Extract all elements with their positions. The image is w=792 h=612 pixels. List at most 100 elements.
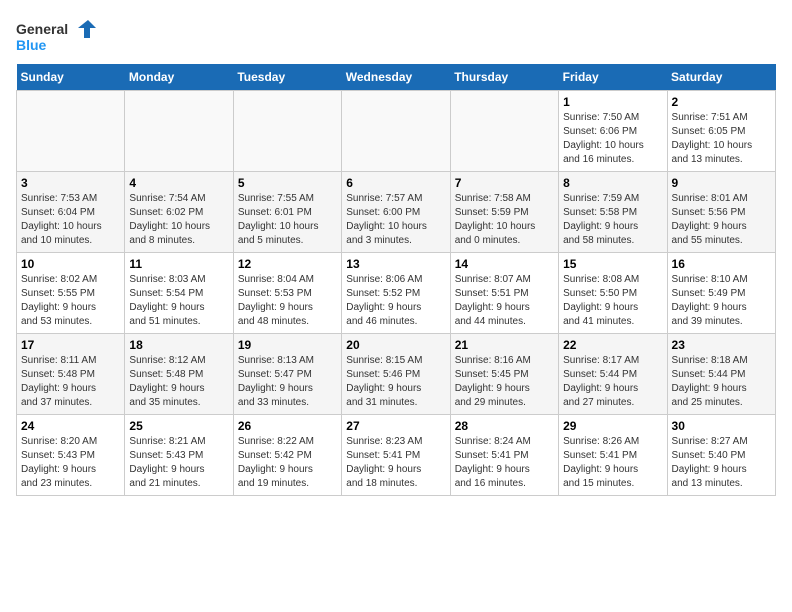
- day-number: 18: [129, 338, 228, 352]
- calendar-cell: [17, 91, 125, 172]
- weekday-header-saturday: Saturday: [667, 64, 775, 91]
- day-info: Sunrise: 7:54 AM Sunset: 6:02 PM Dayligh…: [129, 192, 228, 248]
- calendar-cell: 4 Sunrise: 7:54 AM Sunset: 6:02 PM Daylig…: [125, 172, 233, 253]
- weekday-header-wednesday: Wednesday: [342, 64, 450, 91]
- day-number: 12: [238, 257, 337, 271]
- calendar-week-2: 3Sunrise: 7:53 AM Sunset: 6:04 PM Daylig…: [17, 172, 776, 253]
- day-number: 5: [238, 176, 337, 190]
- day-number: 29: [563, 419, 662, 433]
- calendar-cell: 21 Sunrise: 8:16 AM Sunset: 5:45 PM Dayli…: [450, 334, 558, 415]
- header: General Blue: [16, 16, 776, 56]
- day-number: 23: [672, 338, 771, 352]
- day-number: 26: [238, 419, 337, 433]
- calendar-cell: 8 Sunrise: 7:59 AM Sunset: 5:58 PM Daylig…: [559, 172, 667, 253]
- weekday-header-sunday: Sunday: [17, 64, 125, 91]
- calendar-cell: 1Sunrise: 7:50 AM Sunset: 6:06 PM Daylig…: [559, 91, 667, 172]
- day-info: Sunrise: 8:03 AM Sunset: 5:54 PM Dayligh…: [129, 273, 228, 329]
- calendar-cell: 18 Sunrise: 8:12 AM Sunset: 5:48 PM Dayli…: [125, 334, 233, 415]
- weekday-header-friday: Friday: [559, 64, 667, 91]
- day-number: 27: [346, 419, 445, 433]
- day-number: 10: [21, 257, 120, 271]
- day-number: 24: [21, 419, 120, 433]
- svg-text:General: General: [16, 21, 68, 37]
- calendar-cell: 20 Sunrise: 8:15 AM Sunset: 5:46 PM Dayli…: [342, 334, 450, 415]
- weekday-header-monday: Monday: [125, 64, 233, 91]
- day-info: Sunrise: 7:59 AM Sunset: 5:58 PM Dayligh…: [563, 192, 662, 248]
- calendar-body: 1Sunrise: 7:50 AM Sunset: 6:06 PM Daylig…: [17, 91, 776, 496]
- calendar-week-4: 17 Sunrise: 8:11 AM Sunset: 5:48 PM Dayli…: [17, 334, 776, 415]
- day-info: Sunrise: 8:24 AM Sunset: 5:41 PM Dayligh…: [455, 435, 554, 491]
- calendar-cell: [342, 91, 450, 172]
- day-number: 2: [672, 95, 771, 109]
- day-info: Sunrise: 8:13 AM Sunset: 5:47 PM Dayligh…: [238, 354, 337, 410]
- day-number: 15: [563, 257, 662, 271]
- weekday-header-tuesday: Tuesday: [233, 64, 341, 91]
- day-number: 30: [672, 419, 771, 433]
- day-number: 3: [21, 176, 120, 190]
- day-info: Sunrise: 8:15 AM Sunset: 5:46 PM Dayligh…: [346, 354, 445, 410]
- day-number: 22: [563, 338, 662, 352]
- calendar-week-5: 24Sunrise: 8:20 AM Sunset: 5:43 PM Dayli…: [17, 415, 776, 496]
- calendar-cell: 13Sunrise: 8:06 AM Sunset: 5:52 PM Dayli…: [342, 253, 450, 334]
- calendar-cell: 16Sunrise: 8:10 AM Sunset: 5:49 PM Dayli…: [667, 253, 775, 334]
- day-number: 7: [455, 176, 554, 190]
- day-info: Sunrise: 7:57 AM Sunset: 6:00 PM Dayligh…: [346, 192, 445, 248]
- day-info: Sunrise: 8:08 AM Sunset: 5:50 PM Dayligh…: [563, 273, 662, 329]
- day-info: Sunrise: 7:50 AM Sunset: 6:06 PM Dayligh…: [563, 111, 662, 167]
- calendar-cell: [233, 91, 341, 172]
- day-number: 21: [455, 338, 554, 352]
- calendar-cell: 24Sunrise: 8:20 AM Sunset: 5:43 PM Dayli…: [17, 415, 125, 496]
- weekday-header-thursday: Thursday: [450, 64, 558, 91]
- calendar-week-1: 1Sunrise: 7:50 AM Sunset: 6:06 PM Daylig…: [17, 91, 776, 172]
- day-info: Sunrise: 7:55 AM Sunset: 6:01 PM Dayligh…: [238, 192, 337, 248]
- logo: General Blue: [16, 16, 100, 56]
- day-number: 25: [129, 419, 228, 433]
- svg-text:Blue: Blue: [16, 37, 47, 53]
- day-info: Sunrise: 7:51 AM Sunset: 6:05 PM Dayligh…: [672, 111, 771, 167]
- calendar-cell: 7 Sunrise: 7:58 AM Sunset: 5:59 PM Daylig…: [450, 172, 558, 253]
- calendar-cell: [125, 91, 233, 172]
- day-info: Sunrise: 8:21 AM Sunset: 5:43 PM Dayligh…: [129, 435, 228, 491]
- day-info: Sunrise: 8:06 AM Sunset: 5:52 PM Dayligh…: [346, 273, 445, 329]
- calendar-cell: 25 Sunrise: 8:21 AM Sunset: 5:43 PM Dayli…: [125, 415, 233, 496]
- day-info: Sunrise: 8:01 AM Sunset: 5:56 PM Dayligh…: [672, 192, 771, 248]
- day-info: Sunrise: 8:16 AM Sunset: 5:45 PM Dayligh…: [455, 354, 554, 410]
- calendar-cell: 10Sunrise: 8:02 AM Sunset: 5:55 PM Dayli…: [17, 253, 125, 334]
- calendar-cell: 26Sunrise: 8:22 AM Sunset: 5:42 PM Dayli…: [233, 415, 341, 496]
- calendar-cell: [450, 91, 558, 172]
- calendar-table: SundayMondayTuesdayWednesdayThursdayFrid…: [16, 64, 776, 496]
- day-number: 14: [455, 257, 554, 271]
- calendar-cell: 12 Sunrise: 8:04 AM Sunset: 5:53 PM Dayli…: [233, 253, 341, 334]
- day-info: Sunrise: 8:26 AM Sunset: 5:41 PM Dayligh…: [563, 435, 662, 491]
- day-info: Sunrise: 7:58 AM Sunset: 5:59 PM Dayligh…: [455, 192, 554, 248]
- day-info: Sunrise: 8:07 AM Sunset: 5:51 PM Dayligh…: [455, 273, 554, 329]
- calendar-cell: 9 Sunrise: 8:01 AM Sunset: 5:56 PM Daylig…: [667, 172, 775, 253]
- calendar-cell: 14 Sunrise: 8:07 AM Sunset: 5:51 PM Dayli…: [450, 253, 558, 334]
- day-number: 8: [563, 176, 662, 190]
- calendar-cell: 3Sunrise: 7:53 AM Sunset: 6:04 PM Daylig…: [17, 172, 125, 253]
- calendar-cell: 17 Sunrise: 8:11 AM Sunset: 5:48 PM Dayli…: [17, 334, 125, 415]
- day-number: 20: [346, 338, 445, 352]
- day-info: Sunrise: 8:27 AM Sunset: 5:40 PM Dayligh…: [672, 435, 771, 491]
- calendar-cell: 27 Sunrise: 8:23 AM Sunset: 5:41 PM Dayli…: [342, 415, 450, 496]
- calendar-cell: 5 Sunrise: 7:55 AM Sunset: 6:01 PM Daylig…: [233, 172, 341, 253]
- weekday-header-row: SundayMondayTuesdayWednesdayThursdayFrid…: [17, 64, 776, 91]
- day-number: 11: [129, 257, 228, 271]
- day-info: Sunrise: 8:11 AM Sunset: 5:48 PM Dayligh…: [21, 354, 120, 410]
- day-info: Sunrise: 8:04 AM Sunset: 5:53 PM Dayligh…: [238, 273, 337, 329]
- calendar-cell: 2 Sunrise: 7:51 AM Sunset: 6:05 PM Daylig…: [667, 91, 775, 172]
- day-number: 9: [672, 176, 771, 190]
- day-info: Sunrise: 8:18 AM Sunset: 5:44 PM Dayligh…: [672, 354, 771, 410]
- day-info: Sunrise: 8:17 AM Sunset: 5:44 PM Dayligh…: [563, 354, 662, 410]
- day-number: 4: [129, 176, 228, 190]
- day-number: 6: [346, 176, 445, 190]
- day-info: Sunrise: 8:23 AM Sunset: 5:41 PM Dayligh…: [346, 435, 445, 491]
- day-number: 17: [21, 338, 120, 352]
- day-info: Sunrise: 8:12 AM Sunset: 5:48 PM Dayligh…: [129, 354, 228, 410]
- calendar-cell: 22 Sunrise: 8:17 AM Sunset: 5:44 PM Dayli…: [559, 334, 667, 415]
- calendar-cell: 15 Sunrise: 8:08 AM Sunset: 5:50 PM Dayli…: [559, 253, 667, 334]
- calendar-cell: 19Sunrise: 8:13 AM Sunset: 5:47 PM Dayli…: [233, 334, 341, 415]
- calendar-cell: 11 Sunrise: 8:03 AM Sunset: 5:54 PM Dayli…: [125, 253, 233, 334]
- day-info: Sunrise: 8:10 AM Sunset: 5:49 PM Dayligh…: [672, 273, 771, 329]
- calendar-cell: 30 Sunrise: 8:27 AM Sunset: 5:40 PM Dayli…: [667, 415, 775, 496]
